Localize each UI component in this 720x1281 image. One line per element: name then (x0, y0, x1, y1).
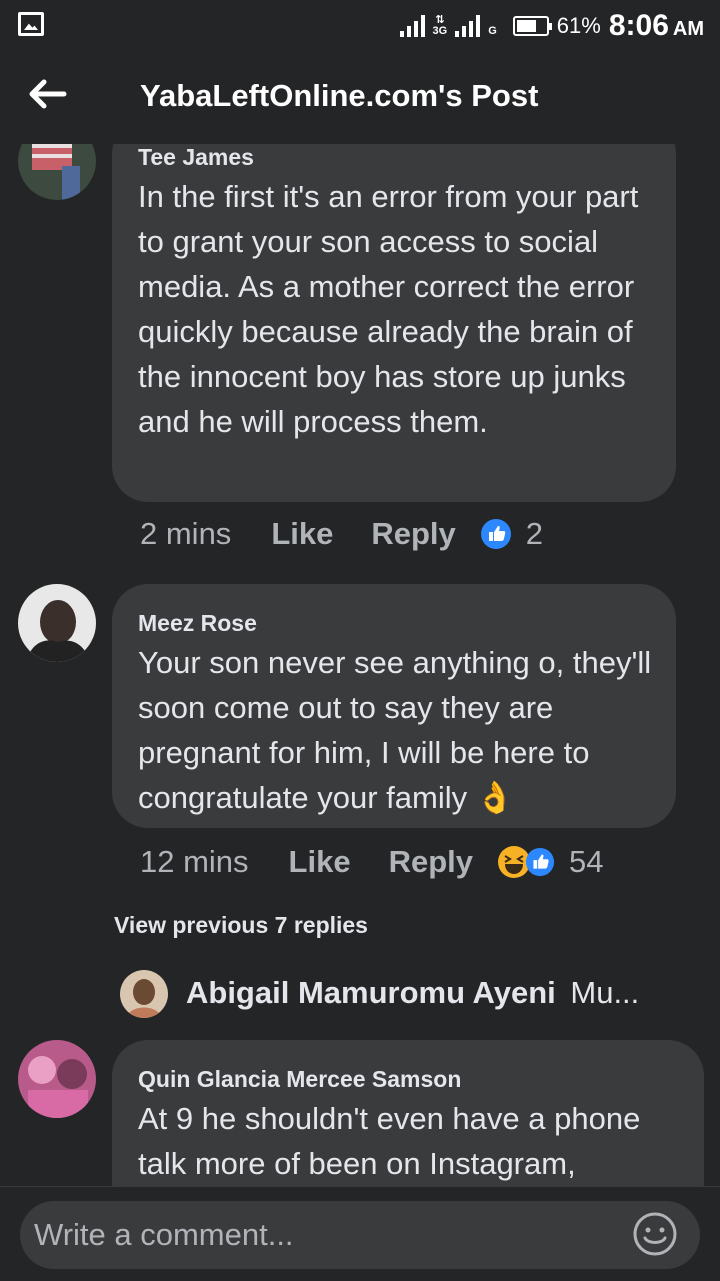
ok-hand-emoji: 👌 (475, 780, 515, 815)
reply-button[interactable]: Reply (389, 844, 473, 880)
reply-avatar[interactable] (120, 970, 168, 1018)
battery-percent: 61% (556, 13, 601, 38)
battery-icon (512, 16, 552, 36)
comment-author[interactable]: Quin Glancia Mercee Samson (138, 1066, 680, 1092)
comment-author[interactable]: Meez Rose (138, 610, 652, 636)
comment-bubble[interactable]: Meez Rose Your son never see anything o,… (112, 584, 676, 828)
comment-author[interactable]: Tee James (138, 144, 652, 170)
top-app-bar: YabaLeftOnline.com's Post (0, 52, 720, 144)
status-bar: ⇅ 3G G 61% 8:06 AM (0, 0, 720, 52)
reply-author: Abigail Mamuromu Ayeni (186, 975, 556, 1010)
like-button[interactable]: Like (271, 516, 333, 552)
comment-actions: 2 mins Like Reply 2 (140, 516, 543, 552)
signal-icon (399, 15, 425, 37)
like-icon (525, 847, 555, 877)
emoji-icon[interactable] (632, 1211, 678, 1257)
back-arrow-icon[interactable] (28, 74, 68, 114)
clock-ampm: AM (672, 17, 704, 40)
comment-bubble[interactable]: Tee James In the first it's an error fro… (112, 118, 676, 502)
status-icons: ⇅ 3G G 61% 8:06 AM (399, 6, 704, 46)
avatar[interactable] (18, 584, 96, 662)
clock: 8:06 (608, 9, 669, 42)
like-button[interactable]: Like (289, 844, 351, 880)
comment-text: In the first it's an error from your par… (138, 179, 639, 439)
network-type-label: ⇅ 3G (432, 14, 448, 37)
comment-text: Your son never see anything o, they'll s… (138, 645, 652, 815)
comment-timestamp: 12 mins (140, 844, 249, 879)
reaction-count: 54 (569, 844, 604, 879)
comment-timestamp: 2 mins (140, 516, 232, 551)
reactions-summary[interactable]: 2 (480, 516, 543, 552)
comment-actions: 12 mins Like Reply 54 (140, 844, 603, 880)
comment-input[interactable]: Write a comment... (20, 1201, 700, 1269)
signal-icon-2 (455, 15, 481, 37)
reply-text: Mu... (570, 975, 640, 1010)
avatar[interactable] (18, 1040, 96, 1118)
view-previous-replies-link[interactable]: View previous 7 replies (114, 912, 368, 939)
reply-button[interactable]: Reply (371, 516, 455, 552)
reaction-count: 2 (525, 516, 544, 551)
like-icon (480, 519, 511, 549)
comment-text: At 9 he shouldn't even have a phone talk… (138, 1101, 641, 1181)
comment-input-placeholder: Write a comment... (34, 1217, 294, 1252)
gallery-notification-icon (18, 12, 44, 36)
reply-preview[interactable]: Abigail Mamuromu Ayeni Mu... (186, 975, 639, 1011)
reactions-summary[interactable]: 54 (497, 844, 603, 880)
page-title: YabaLeftOnline.com's Post (140, 78, 539, 113)
network-type-label-2: G (488, 24, 497, 37)
comment-composer: Write a comment... (0, 1186, 720, 1281)
